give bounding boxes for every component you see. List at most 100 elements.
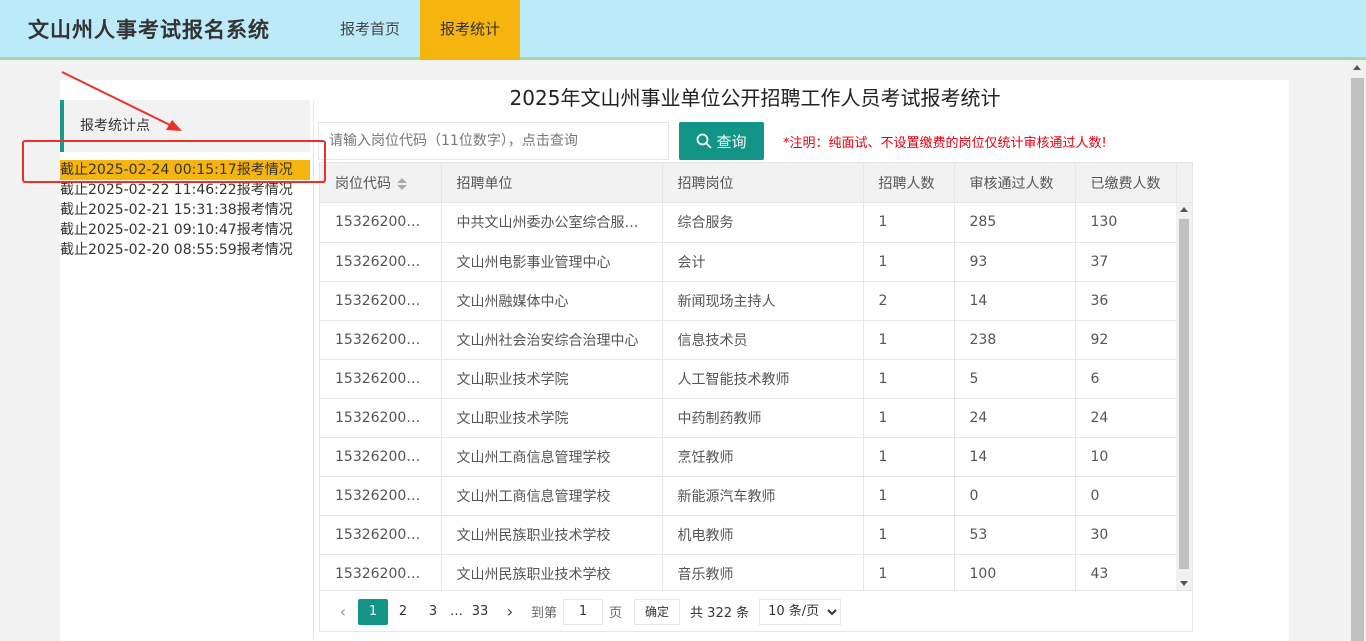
page-2[interactable]: 2 <box>388 599 418 625</box>
cell-approved: 285 <box>954 203 1076 243</box>
sidebar-item-20250222[interactable]: 截止2025-02-22 11:46:22报考情况 <box>60 180 310 200</box>
cell-position-code: 15326200402 <box>320 398 442 438</box>
search-icon <box>697 133 712 149</box>
search-button[interactable]: 查询 <box>679 122 764 160</box>
search-button-label: 查询 <box>716 132 747 151</box>
col-header-position-code[interactable]: 岗位代码 <box>320 163 442 203</box>
cell-position: 机电教师 <box>662 515 864 555</box>
col-header-position: 招聘岗位 <box>662 163 864 203</box>
table-row[interactable]: 15326200405 文山州民族职业技术学校 机电教师 1 53 30 <box>320 515 1176 555</box>
main-nav: 报考首页 报考统计 <box>320 0 521 60</box>
cell-employer: 文山职业技术学院 <box>441 398 663 438</box>
cell-position-code: 15326200406 <box>320 554 442 590</box>
cell-position: 信息技术员 <box>662 320 864 360</box>
page-scroll-up-icon[interactable] <box>1353 65 1361 70</box>
page-1[interactable]: 1 <box>358 598 388 625</box>
table-row[interactable]: 15326200406 文山州民族职业技术学校 音乐教师 1 100 43 <box>320 554 1176 590</box>
cell-position: 会计 <box>662 242 864 282</box>
cell-employer: 文山州社会治安综合治理中心 <box>441 320 663 360</box>
cell-employer: 文山州民族职业技术学校 <box>441 554 663 590</box>
table-scrollbar-thumb[interactable] <box>1179 219 1189 569</box>
cell-paid: 130 <box>1075 203 1176 243</box>
nav-statistics[interactable]: 报考统计 <box>420 0 521 60</box>
cell-position: 烹饪教师 <box>662 437 864 477</box>
table-row[interactable]: 15326200401 文山职业技术学院 人工智能技术教师 1 5 6 <box>320 359 1176 399</box>
table-row[interactable]: 15326200301 文山州社会治安综合治理中心 信息技术员 1 238 92 <box>320 320 1176 360</box>
table-row[interactable]: 15326200404 文山州工商信息管理学校 新能源汽车教师 1 0 0 <box>320 476 1176 516</box>
cell-approved: 93 <box>954 242 1076 282</box>
statistics-table: 岗位代码 招聘单位 招聘岗位 招聘人数 审核通过人数 已缴费人数 1532620… <box>319 162 1193 632</box>
sidebar-item-20250220[interactable]: 截止2025-02-20 08:55:59报考情况 <box>60 240 310 260</box>
table-body[interactable]: 15326200101 中共文山州委办公室综合服务中心 综合服务 1 285 130 153… <box>320 203 1176 590</box>
sidebar-item-20250221-1531[interactable]: 截止2025-02-21 15:31:38报考情况 <box>60 200 310 220</box>
cell-employer: 文山职业技术学院 <box>441 359 663 399</box>
cell-position: 中药制药教师 <box>662 398 864 438</box>
cell-approved: 0 <box>954 476 1076 516</box>
cell-approved: 14 <box>954 437 1076 477</box>
cell-headcount: 1 <box>863 398 955 438</box>
scroll-down-arrow-icon[interactable] <box>1180 581 1188 586</box>
cell-position-code: 15326200404 <box>320 476 442 516</box>
page-scrollbar-thumb[interactable] <box>1351 78 1364 641</box>
cell-paid: 92 <box>1075 320 1176 360</box>
cell-employer: 文山州民族职业技术学校 <box>441 515 663 555</box>
sidebar-item-20250221-0910[interactable]: 截止2025-02-21 09:10:47报考情况 <box>60 220 310 240</box>
nav-home[interactable]: 报考首页 <box>320 0 420 60</box>
sort-caret-icon[interactable] <box>397 178 407 190</box>
cell-approved: 100 <box>954 554 1076 590</box>
position-code-search-input[interactable] <box>318 122 669 160</box>
cell-paid: 43 <box>1075 554 1176 590</box>
sidebar-item-20250224[interactable]: 截止2025-02-24 00:15:17报考情况 <box>60 160 310 180</box>
page-unit-label: 页 <box>609 606 623 621</box>
goto-page-input[interactable] <box>563 598 604 625</box>
page-size-select[interactable]: 10 条/页 <box>759 598 842 625</box>
cell-position-code: 15326200403 <box>320 437 442 477</box>
cell-position: 人工智能技术教师 <box>662 359 864 399</box>
table-row[interactable]: 15326200101 中共文山州委办公室综合服务中心 综合服务 1 285 130 <box>320 203 1176 243</box>
cell-position-code: 15326200301 <box>320 320 442 360</box>
top-header: 文山州人事考试报名系统 报考首页 报考统计 <box>0 0 1366 60</box>
total-count: 共 322 条 <box>690 606 750 621</box>
table-row[interactable]: 15326200403 文山州工商信息管理学校 烹饪教师 1 14 10 <box>320 437 1176 477</box>
cell-headcount: 1 <box>863 359 955 399</box>
cell-position: 综合服务 <box>662 203 864 243</box>
cell-approved: 5 <box>954 359 1076 399</box>
sidebar-divider <box>313 100 314 641</box>
cell-headcount: 2 <box>863 281 955 321</box>
cell-position: 新闻现场主持人 <box>662 281 864 321</box>
page-scrollbar[interactable] <box>1349 60 1366 641</box>
cell-paid: 0 <box>1075 476 1176 516</box>
col-header-approved: 审核通过人数 <box>954 163 1076 203</box>
sidebar-title: 报考统计点 <box>60 100 310 152</box>
cell-paid: 10 <box>1075 437 1176 477</box>
table-row[interactable]: 15326200202 文山州融媒体中心 新闻现场主持人 2 14 36 <box>320 281 1176 321</box>
statistics-note: *注明：纯面试、不设置缴费的岗位仅统计审核通过人数! <box>783 136 1107 151</box>
page-last[interactable]: 33 <box>465 599 495 625</box>
table-row[interactable]: 15326200402 文山职业技术学院 中药制药教师 1 24 24 <box>320 398 1176 438</box>
table-row[interactable]: 15326200201 文山州电影事业管理中心 会计 1 93 37 <box>320 242 1176 282</box>
table-scrollbar[interactable] <box>1176 203 1192 590</box>
cell-headcount: 1 <box>863 515 955 555</box>
cell-employer: 文山州融媒体中心 <box>441 281 663 321</box>
cell-headcount: 1 <box>863 242 955 282</box>
prev-page-icon[interactable]: ‹ <box>328 599 358 625</box>
cell-position-code: 15326200202 <box>320 281 442 321</box>
cell-employer: 文山州工商信息管理学校 <box>441 476 663 516</box>
page-3[interactable]: 3 <box>418 599 448 625</box>
scroll-up-arrow-icon[interactable] <box>1180 207 1188 212</box>
cell-approved: 238 <box>954 320 1076 360</box>
cell-headcount: 1 <box>863 203 955 243</box>
col-header-paid: 已缴费人数 <box>1075 163 1177 203</box>
page-title: 2025年文山州事业单位公开招聘工作人员考试报考统计 <box>509 86 1001 110</box>
next-page-icon[interactable]: › <box>495 599 525 625</box>
cell-paid: 37 <box>1075 242 1176 282</box>
goto-confirm-button[interactable]: 确定 <box>634 598 681 625</box>
cell-paid: 6 <box>1075 359 1176 399</box>
col-header-headcount: 招聘人数 <box>863 163 955 203</box>
goto-label: 到第 <box>531 606 558 621</box>
cell-position: 音乐教师 <box>662 554 864 590</box>
col-header-employer: 招聘单位 <box>441 163 663 203</box>
cell-paid: 24 <box>1075 398 1176 438</box>
table-header: 岗位代码 招聘单位 招聘岗位 招聘人数 审核通过人数 已缴费人数 <box>320 163 1192 203</box>
cell-employer: 文山州工商信息管理学校 <box>441 437 663 477</box>
